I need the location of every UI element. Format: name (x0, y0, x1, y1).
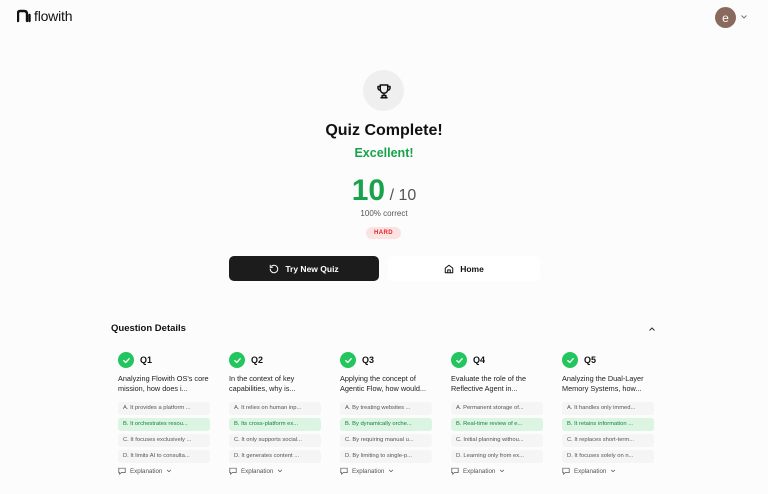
explanation-label: Explanation (130, 467, 163, 475)
question-card: Q1 Analyzing Flowith OS's core mission, … (118, 352, 210, 475)
correct-check-icon (451, 352, 467, 368)
score-total: / 10 (389, 187, 417, 204)
answer-option: D. Learning only from ex... (451, 450, 543, 463)
explanation-toggle[interactable]: Explanation (229, 467, 321, 475)
correct-check-icon (562, 352, 578, 368)
question-text: Analyzing Flowith OS's core mission, how… (118, 374, 209, 393)
comment-icon (451, 467, 459, 475)
result-grade: Excellent! (354, 146, 414, 160)
comment-icon (340, 467, 348, 475)
flowith-logo-icon (17, 9, 31, 23)
explanation-toggle[interactable]: Explanation (562, 467, 654, 475)
chevron-down-icon (389, 469, 394, 473)
answer-option: C. Initial planning withou... (451, 434, 543, 447)
answer-option: A. Permanent storage of... (451, 402, 543, 415)
answer-options: A. It handles only immed... B. It retain… (562, 402, 654, 463)
comment-icon (229, 467, 237, 475)
home-icon (444, 264, 454, 273)
question-number: Q1 (140, 355, 153, 365)
answer-option: A. It relies on human inp... (229, 402, 321, 415)
question-card: Q5 Analyzing the Dual-Layer Memory Syste… (562, 352, 654, 475)
answer-option: C. It replaces short-term... (562, 434, 654, 447)
try-new-quiz-label: Try New Quiz (285, 263, 339, 274)
question-header: Q4 (451, 352, 543, 368)
explanation-toggle[interactable]: Explanation (340, 467, 432, 475)
trophy-icon (376, 83, 391, 98)
refresh-icon (270, 264, 279, 273)
explanation-label: Explanation (352, 467, 385, 475)
answer-option: C. It focuses exclusively ... (118, 434, 210, 447)
question-header: Q5 (562, 352, 654, 368)
difficulty-badge: HARD (366, 227, 401, 239)
answer-option-correct: B. Real-time review of e... (451, 418, 543, 431)
score-value: 10 (351, 174, 386, 207)
chevron-down-icon (500, 469, 505, 473)
try-new-quiz-button[interactable]: Try New Quiz (229, 256, 379, 281)
explanation-toggle[interactable]: Explanation (451, 467, 543, 475)
brand-logo[interactable]: flowith (17, 8, 72, 24)
answer-option: D. It limits AI to consulta... (118, 450, 210, 463)
home-label: Home (460, 263, 484, 274)
question-number: Q4 (473, 355, 486, 365)
home-button[interactable]: Home (388, 256, 540, 281)
brand-name: flowith (34, 8, 73, 24)
explanation-toggle[interactable]: Explanation (118, 467, 210, 475)
question-number: Q2 (251, 355, 264, 365)
explanation-label: Explanation (241, 467, 274, 475)
answer-option-correct: B. It orchestrates resou... (118, 418, 210, 431)
answer-option: D. It focuses solely on n... (562, 450, 654, 463)
question-header: Q3 (340, 352, 432, 368)
question-text: In the context of key capabilities, why … (229, 374, 296, 393)
question-text: Evaluate the role of the Reflective Agen… (451, 374, 527, 393)
question-header: Q2 (229, 352, 321, 368)
answer-option-correct: B. Its cross-platform ex... (229, 418, 321, 431)
question-text: Analyzing the Dual-Layer Memory Systems,… (562, 374, 644, 393)
question-card: Q2 In the context of key capabilities, w… (229, 352, 321, 475)
answer-option: C. It only supports social... (229, 434, 321, 447)
question-number: Q5 (584, 355, 597, 365)
result-title: Quiz Complete! (325, 122, 443, 139)
chevron-down-icon (167, 469, 172, 473)
trophy-badge (363, 70, 404, 111)
chevron-up-icon[interactable] (648, 325, 656, 333)
answer-option: A. By treating websites ... (340, 402, 432, 415)
answer-option-correct: B. By dynamically orche... (340, 418, 432, 431)
answer-option: D. It generates content ... (229, 450, 321, 463)
chevron-down-icon (611, 469, 616, 473)
user-avatar[interactable]: e (715, 7, 736, 28)
chevron-down-icon[interactable] (740, 13, 748, 21)
explanation-label: Explanation (574, 467, 607, 475)
top-bar: flowith e (0, 0, 768, 36)
question-header: Q1 (118, 352, 210, 368)
answer-option: D. By limiting to single-p... (340, 450, 432, 463)
answer-option-correct: B. It retains information ... (562, 418, 654, 431)
question-number: Q3 (362, 355, 375, 365)
comment-icon (562, 467, 570, 475)
correct-check-icon (340, 352, 356, 368)
comment-icon (118, 467, 126, 475)
question-card: Q3 Applying the concept of Agentic Flow,… (340, 352, 432, 475)
correct-check-icon (118, 352, 134, 368)
question-card: Q4 Evaluate the role of the Reflective A… (451, 352, 543, 475)
answer-option: C. By requiring manual u... (340, 434, 432, 447)
explanation-label: Explanation (463, 467, 496, 475)
score-display: 10 / 10 (0, 174, 768, 208)
answer-options: A. By treating websites ... B. By dynami… (340, 402, 432, 463)
question-details-title: Question Details (111, 323, 186, 334)
question-text: Applying the concept of Agentic Flow, ho… (340, 374, 426, 393)
answer-options: A. Permanent storage of... B. Real-time … (451, 402, 543, 463)
correct-check-icon (229, 352, 245, 368)
answer-option: A. It provides a platform ... (118, 402, 210, 415)
answer-options: A. It relies on human inp... B. Its cros… (229, 402, 321, 463)
percent-correct: 100% correct (360, 209, 408, 218)
answer-options: A. It provides a platform ... B. It orch… (118, 402, 210, 463)
answer-option: A. It handles only immed... (562, 402, 654, 415)
chevron-down-icon (278, 469, 283, 473)
